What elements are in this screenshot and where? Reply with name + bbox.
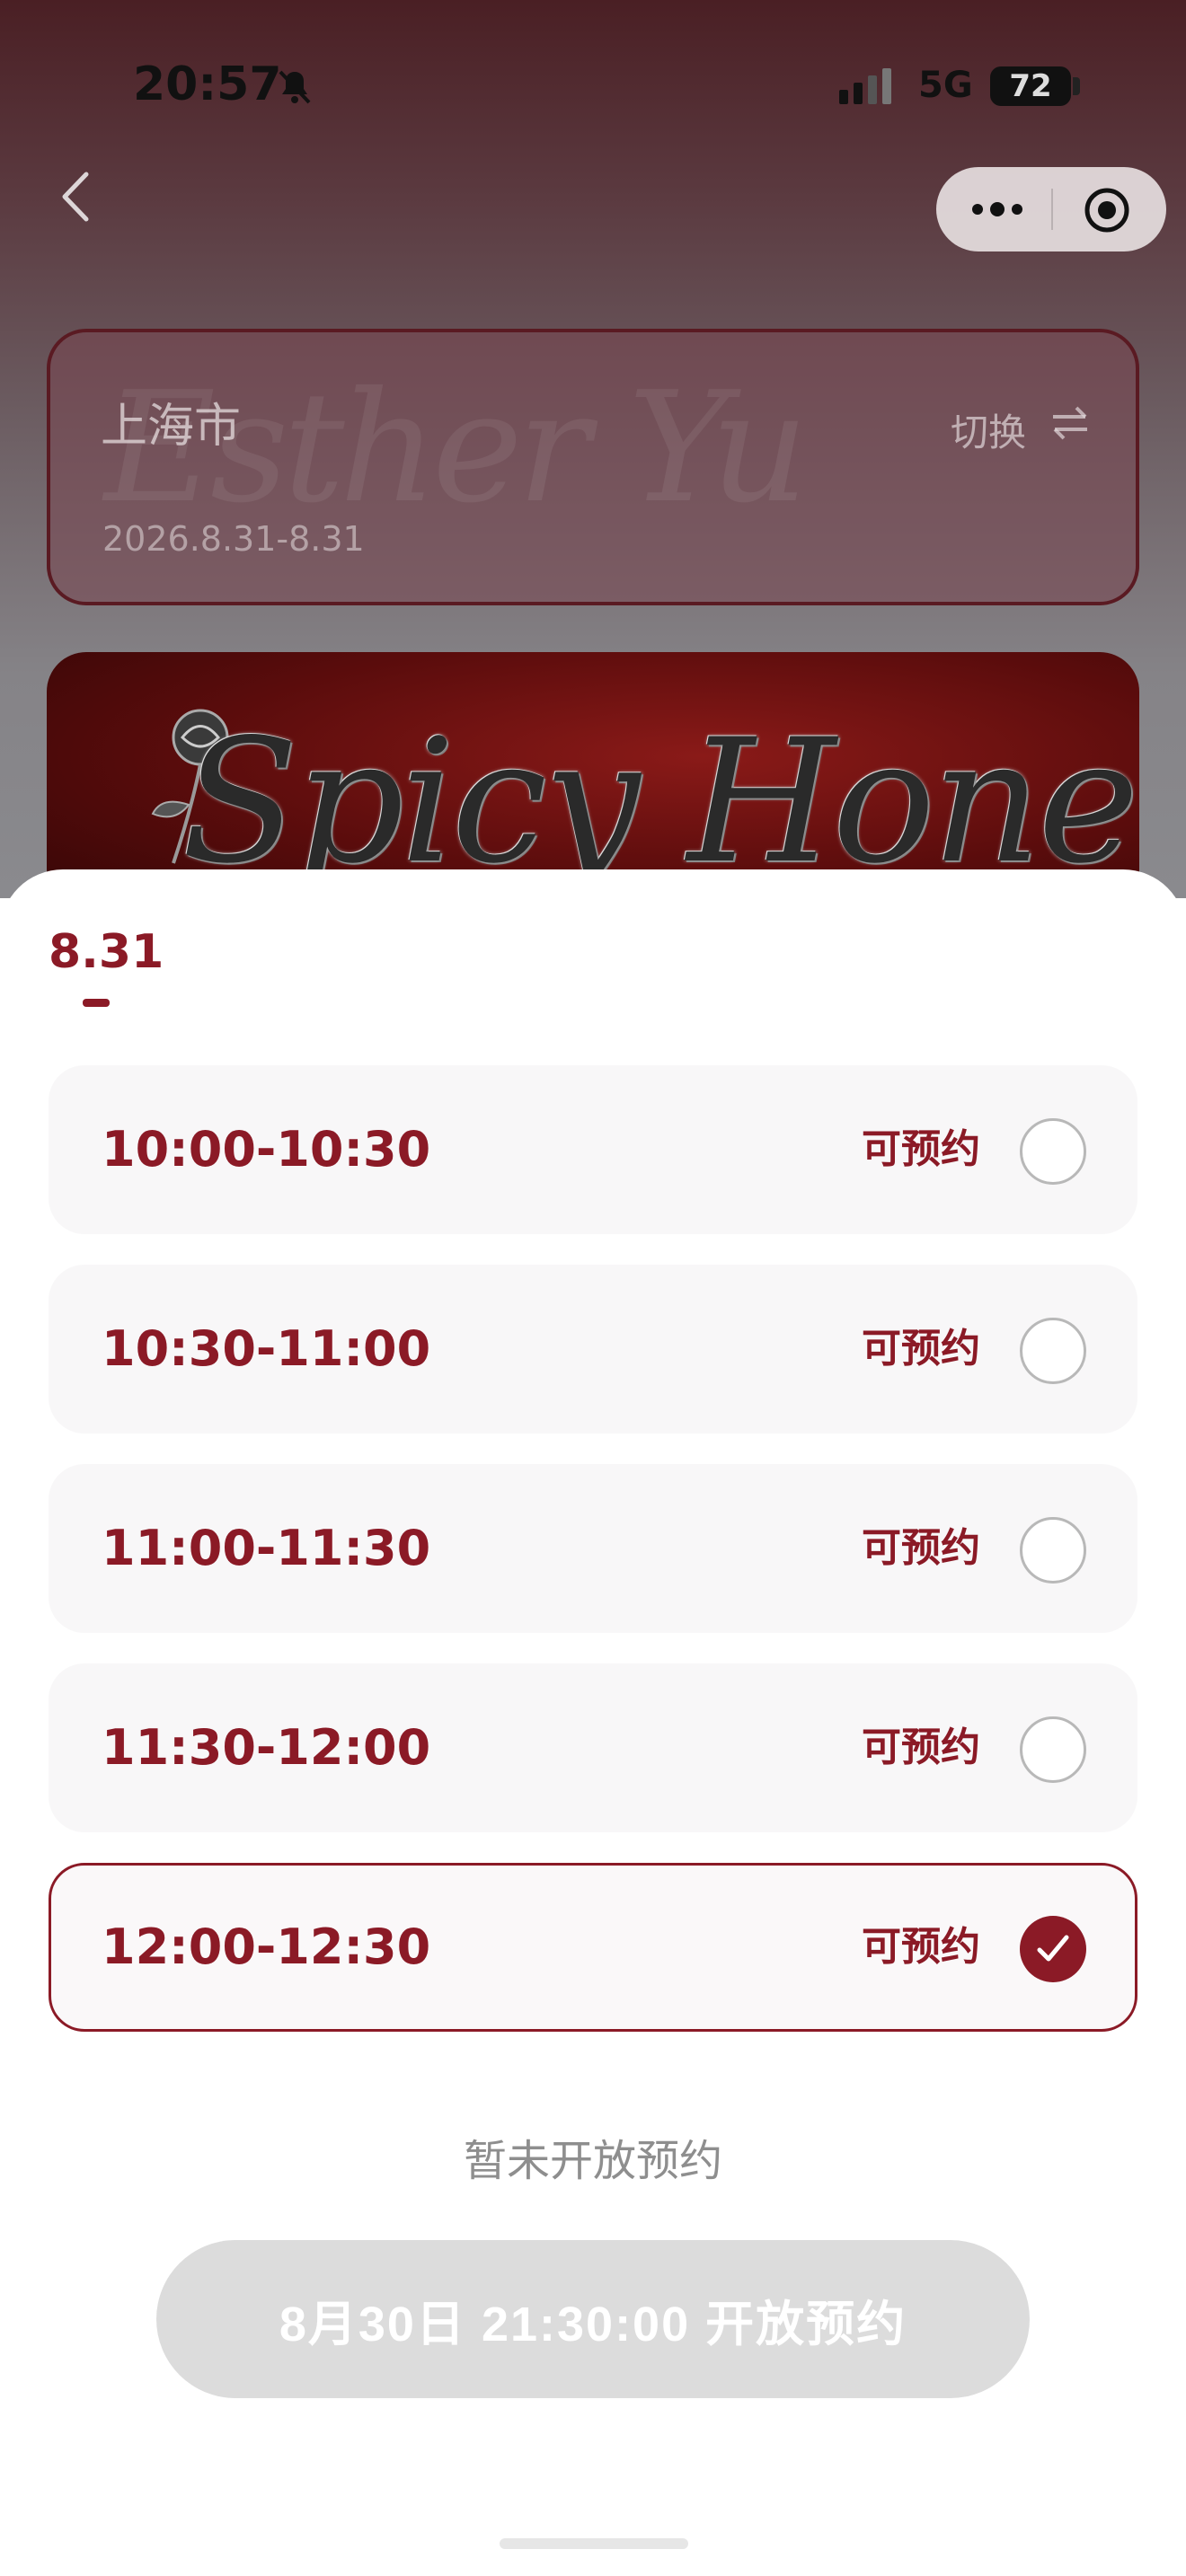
time-slot[interactable]: 10:00-10:30 可预约 (49, 1065, 1137, 1234)
switch-city-button[interactable]: 切换 (951, 402, 1026, 457)
booking-notice: 暂未开放预约 (463, 2136, 722, 2186)
slot-status: 可预约 (862, 1126, 980, 1172)
target-circle-icon[interactable] (1084, 187, 1130, 234)
battery-tip (1073, 77, 1080, 95)
checkmark-icon (1037, 1935, 1069, 1962)
slot-status: 可预约 (862, 1525, 980, 1571)
slot-status: 可预约 (862, 1924, 980, 1970)
status-time: 20:57 (133, 57, 282, 111)
switch-arrows-icon[interactable] (1048, 402, 1093, 444)
date-tab-indicator (83, 999, 110, 1007)
city-name: 上海市 (101, 400, 242, 454)
slot-time: 10:30-11:00 (102, 1320, 431, 1377)
network-label: 5G (918, 65, 973, 106)
slot-time: 12:00-12:30 (102, 1919, 431, 1975)
radio-button[interactable] (1020, 1318, 1086, 1384)
bell-muted-icon (279, 70, 311, 104)
time-slot[interactable]: 11:00-11:30 可预约 (49, 1464, 1137, 1633)
radio-button[interactable] (1020, 1716, 1086, 1783)
home-indicator (500, 2538, 688, 2549)
signal-icon (839, 68, 891, 104)
time-slot-selected[interactable]: 12:00-12:30 可预约 (49, 1863, 1137, 2032)
city-dates: 2026.8.31-8.31 (102, 519, 365, 559)
status-bar: 20:57 5G 72 (0, 0, 1186, 171)
city-card[interactable]: Esther Yu 上海市 2026.8.31-8.31 切换 (47, 329, 1139, 605)
radio-button[interactable] (1020, 1118, 1086, 1185)
radio-button[interactable] (1020, 1517, 1086, 1584)
open-booking-button[interactable]: 8月30日 21:30:00 开放预约 (156, 2240, 1030, 2398)
battery-indicator: 72 (990, 66, 1071, 106)
time-slot[interactable]: 10:30-11:00 可预约 (49, 1265, 1137, 1434)
capsule-divider (1051, 189, 1053, 230)
slot-time: 11:30-12:00 (102, 1719, 431, 1776)
time-slot[interactable]: 11:30-12:00 可预约 (49, 1663, 1137, 1832)
slot-time: 11:00-11:30 (102, 1520, 431, 1576)
date-tab[interactable]: 8.31 (49, 925, 164, 979)
radio-button-checked[interactable] (1020, 1916, 1086, 1982)
battery-level: 72 (1009, 68, 1052, 104)
slot-status: 可预约 (862, 1725, 980, 1770)
more-dots-icon[interactable] (969, 189, 1026, 230)
slot-time: 10:00-10:30 (102, 1121, 431, 1178)
slot-status: 可预约 (862, 1326, 980, 1372)
chevron-left-icon[interactable] (50, 165, 104, 228)
